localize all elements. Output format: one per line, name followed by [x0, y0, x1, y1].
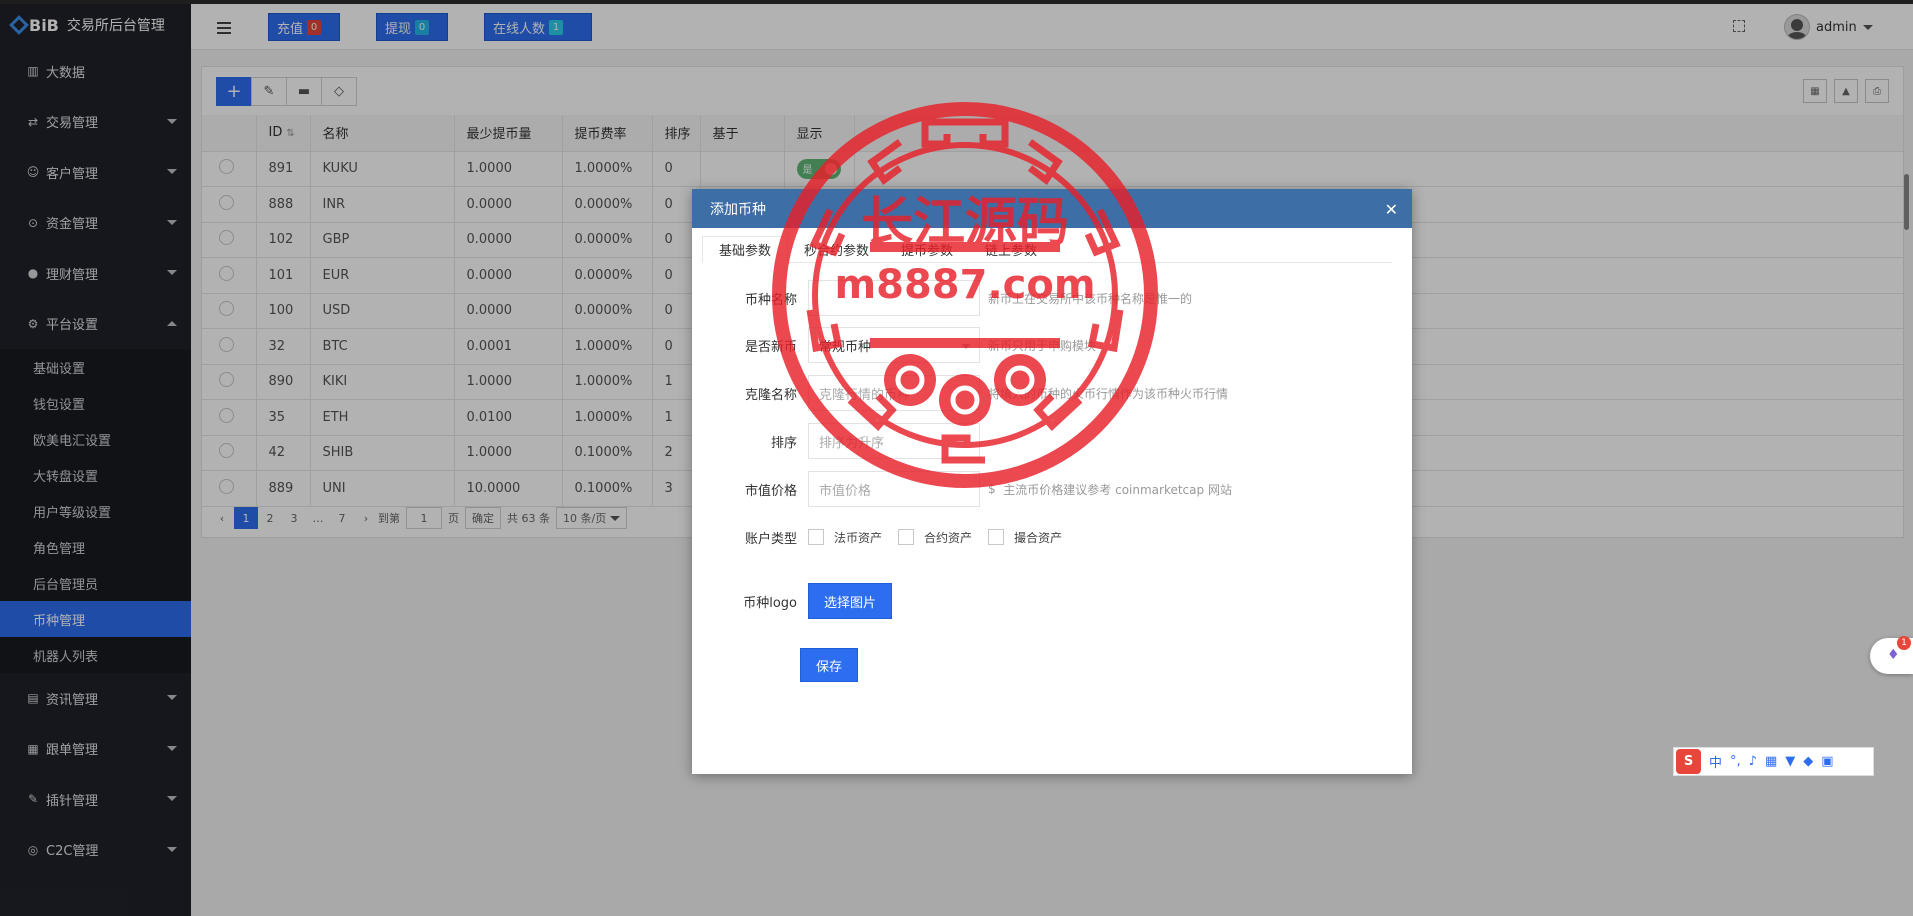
clone-label: 克隆名称 [744, 387, 797, 403]
price-label: 市值价格 [744, 483, 797, 499]
sort-label: 排序 [770, 435, 797, 451]
dialog-tabs: 基础参数 秒合约参数 提币参数 链上参数 [702, 236, 1392, 263]
sogou-logo-icon[interactable]: S [1676, 749, 1701, 774]
keyboard-icon[interactable]: ▦ [1765, 754, 1777, 769]
helper-badge: 1 [1897, 636, 1911, 650]
dollar-sign: $ [988, 482, 996, 496]
is-new-label: 是否新币 [744, 339, 797, 355]
field-account-type: 账户类型 法币资产 合约资产 撮合资产 [692, 519, 1412, 555]
price-input[interactable]: 市值价格 [808, 471, 980, 507]
ime-mode[interactable]: 中 [1709, 752, 1722, 771]
dialog-title: 添加币种 [710, 201, 766, 218]
is-new-select[interactable]: 常规币种 [808, 327, 980, 363]
coin-name-label: 币种名称 [744, 292, 797, 308]
checkbox-box [898, 529, 915, 545]
account-type-options: 法币资产 合约资产 撮合资产 [808, 519, 1078, 555]
app-root: BiB 交易所后台管理 ▥ 大数据 ⇄ 交易管理 ☺ 客户管理 ⊙ 资金管理 ● 理财管理… [0, 0, 1913, 916]
logo-label: 币种logo [743, 595, 797, 611]
punctuation-icon[interactable]: °, [1730, 754, 1741, 769]
field-sort: 排序 排序为升序 [692, 423, 1412, 459]
account-match-checkbox[interactable]: 撮合资产 [988, 529, 1062, 546]
chevron-down-icon [961, 344, 971, 349]
field-price: 市值价格 市值价格 $ 主流币价格建议参考 coinmarketcap 网站 [692, 471, 1412, 507]
gamepad-icon[interactable]: ◆ [1803, 754, 1813, 769]
field-coin-name: 币种名称 新币上在交易所中该币种名称是惟一的 [692, 280, 1412, 316]
checkbox-box [808, 529, 824, 545]
clone-hint: 将填入的币种的火币行情作为该币种火币行情 [988, 386, 1229, 401]
tab-chain[interactable]: 链上参数 [969, 236, 1053, 263]
checkbox-box [988, 529, 1005, 545]
field-is-new: 是否新币 常规币种 新币只用于申购模块 [692, 327, 1412, 363]
skin-icon[interactable]: ▼ [1785, 754, 1795, 769]
tab-basic[interactable]: 基础参数 [702, 236, 789, 263]
account-fiat-checkbox[interactable]: 法币资产 [808, 529, 882, 546]
choose-image-button[interactable]: 选择图片 [808, 583, 892, 619]
apps-icon[interactable]: ▣ [1821, 754, 1833, 769]
dialog-header: 添加币种 ✕ [692, 189, 1412, 228]
floating-helper[interactable]: ♦ 1 [1870, 636, 1913, 674]
field-logo: 币种logo 选择图片 [692, 583, 1412, 619]
microphone-icon[interactable]: ♪ [1749, 754, 1757, 769]
clone-input[interactable]: 克隆行情的币种 [808, 375, 980, 411]
coin-name-input[interactable] [808, 280, 980, 316]
ime-toolbar: S 中 °, ♪ ▦ ▼ ◆ ▣ [1673, 747, 1874, 776]
close-icon[interactable]: ✕ [1385, 200, 1398, 219]
tab-second-contract[interactable]: 秒合约参数 [788, 236, 885, 263]
save-button[interactable]: 保存 [800, 648, 858, 682]
sort-input[interactable]: 排序为升序 [808, 423, 980, 459]
field-clone: 克隆名称 克隆行情的币种 将填入的币种的火币行情作为该币种火币行情 [692, 375, 1412, 411]
helper-icon: ♦ [1887, 647, 1900, 663]
account-type-label: 账户类型 [744, 531, 797, 547]
tab-withdraw[interactable]: 提币参数 [885, 236, 969, 263]
add-coin-dialog: 添加币种 ✕ 基础参数 秒合约参数 提币参数 链上参数 币种名称 新币上在交易所… [692, 189, 1412, 774]
account-contract-checkbox[interactable]: 合约资产 [898, 529, 972, 546]
coin-name-hint: 新币上在交易所中该币种名称是惟一的 [988, 291, 1193, 306]
is-new-hint: 新币只用于申购模块 [988, 338, 1097, 353]
price-hint: $ 主流币价格建议参考 coinmarketcap 网站 [988, 482, 1232, 497]
